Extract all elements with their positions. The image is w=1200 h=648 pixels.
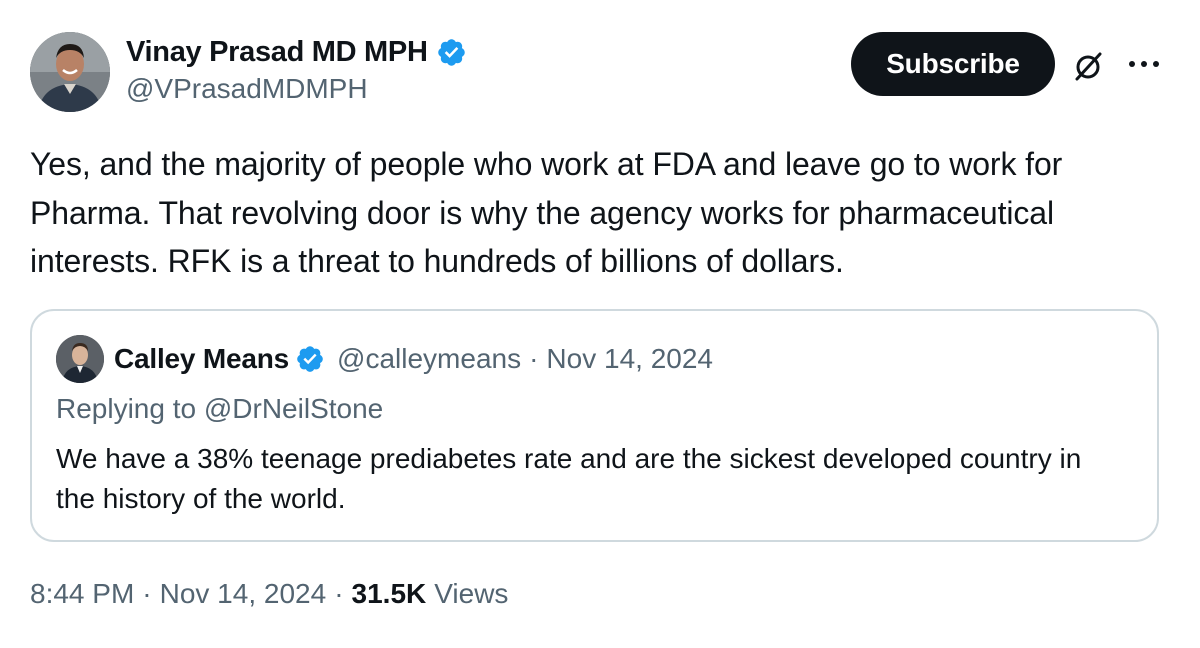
tweet: Vinay Prasad MD MPH @VPrasadMDMPH Subscr…: [0, 0, 1200, 648]
quote-verified-badge-icon: [297, 346, 323, 372]
quote-avatar-image: [56, 335, 104, 383]
subscribe-button[interactable]: Subscribe: [851, 32, 1055, 96]
quote-header: Calley Means @calleymeans · Nov 14, 2024: [56, 335, 713, 383]
verified-badge-icon[interactable]: [436, 37, 467, 68]
quote-tweet-card[interactable]: Calley Means @calleymeans · Nov 14, 2024…: [30, 309, 1159, 542]
grok-slashed-circle-icon[interactable]: [1068, 46, 1108, 86]
more-horizontal-icon[interactable]: [1124, 52, 1164, 76]
author-handle[interactable]: @VPrasadMDMPH: [126, 73, 467, 105]
quote-text: We have a 38% teenage prediabetes rate a…: [56, 443, 1082, 514]
tweet-date[interactable]: Nov 14, 2024: [160, 578, 327, 610]
views-label: Views: [434, 578, 509, 609]
quote-date[interactable]: Nov 14, 2024: [546, 343, 713, 375]
tweet-time[interactable]: 8:44 PM: [30, 578, 134, 610]
quote-replying-to: Replying to @DrNeilStone: [56, 393, 384, 424]
author-avatar[interactable]: [30, 32, 110, 112]
quote-separator: ·: [529, 343, 539, 374]
tweet-footer: 8:44 PM · Nov 14, 2024 · 31.5K Views: [30, 578, 508, 610]
footer-separator: ·: [142, 578, 152, 609]
tweet-text: Yes, and the majority of people who work…: [30, 146, 1063, 279]
author-block: Vinay Prasad MD MPH @VPrasadMDMPH: [126, 34, 467, 105]
quote-author-handle[interactable]: @calleymeans: [337, 343, 521, 375]
footer-separator: ·: [334, 578, 344, 609]
avatar-image: [30, 32, 110, 112]
views-count: 31.5K: [351, 578, 427, 609]
author-name-row: Vinay Prasad MD MPH: [126, 34, 467, 70]
author-name[interactable]: Vinay Prasad MD MPH: [126, 36, 428, 69]
quote-author-avatar[interactable]: [56, 335, 104, 383]
quote-author-name[interactable]: Calley Means: [114, 343, 289, 375]
